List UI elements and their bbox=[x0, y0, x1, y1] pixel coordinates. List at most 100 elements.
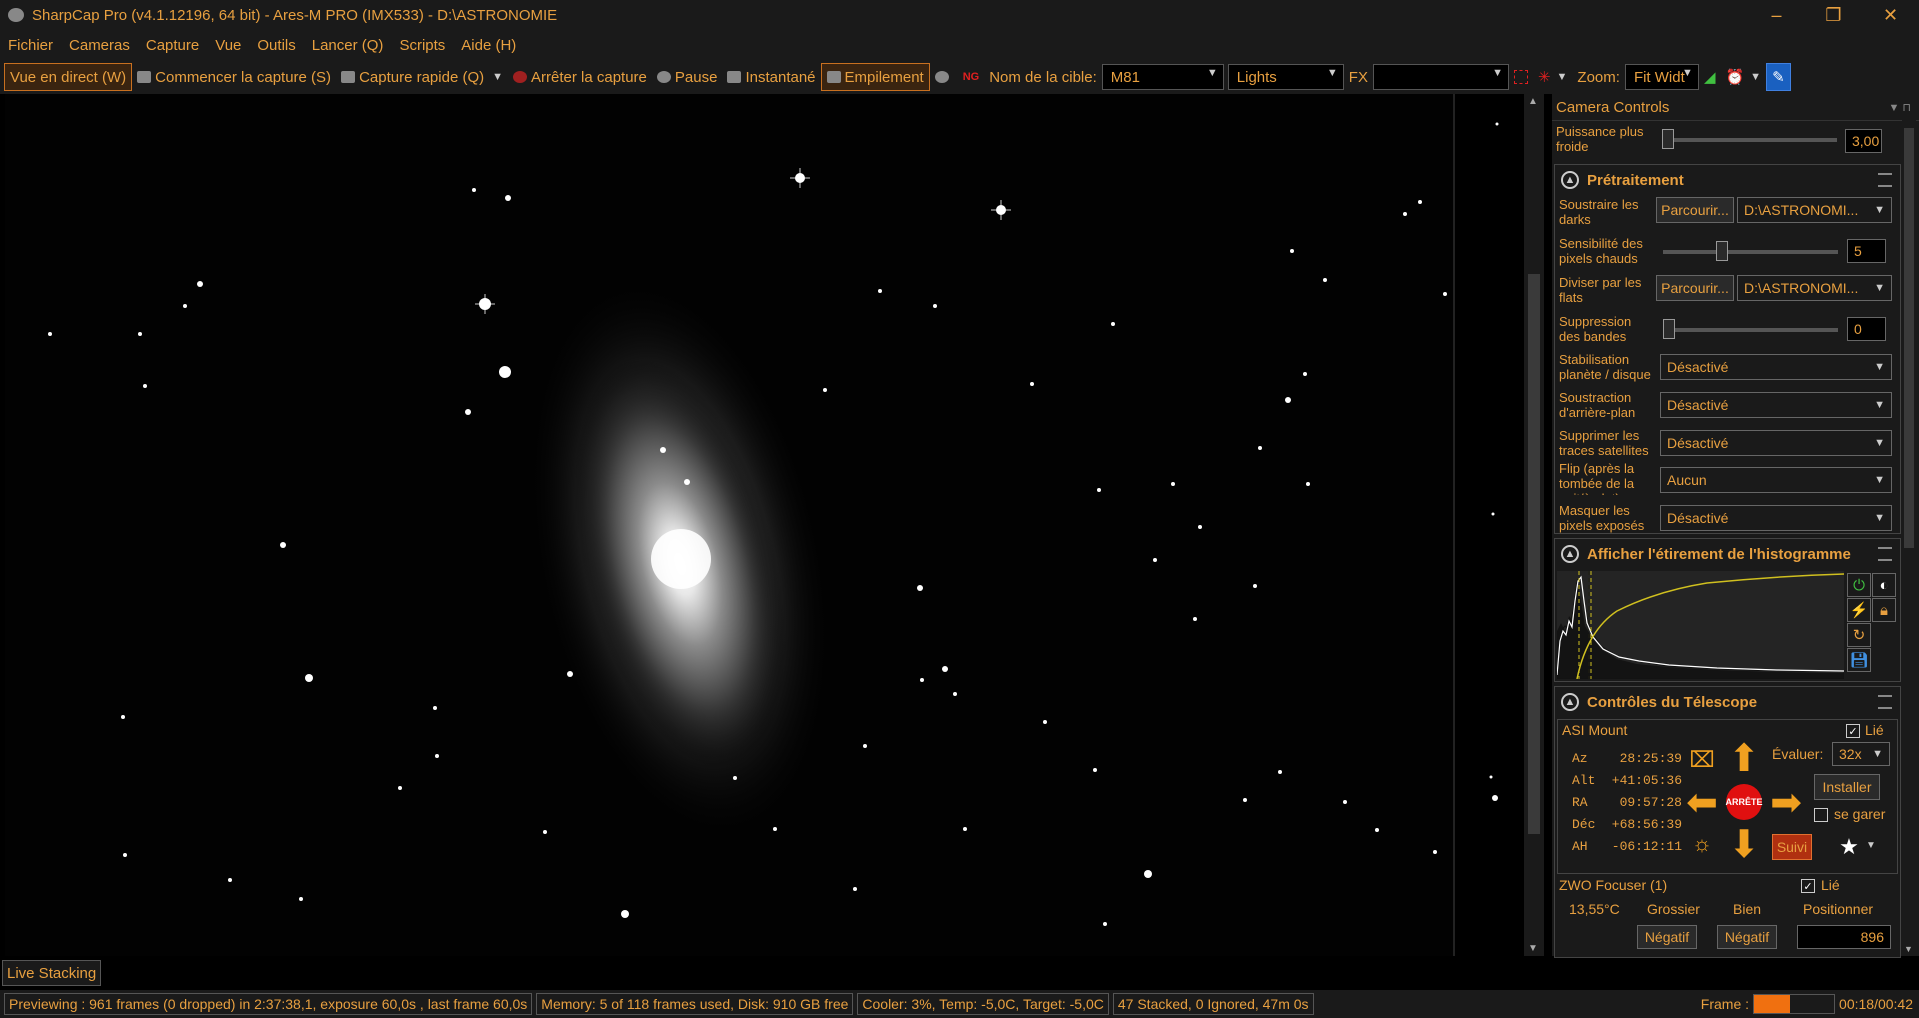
chevron-down-icon[interactable]: ▼ bbox=[1866, 840, 1876, 851]
satellite-select[interactable]: Désactivé ▼ bbox=[1660, 430, 1892, 456]
start-capture-button[interactable]: Commencer la capture (S) bbox=[132, 64, 336, 90]
frame-type-combo[interactable]: Lights ▼ bbox=[1227, 64, 1344, 90]
collapse-icon[interactable]: ▲ bbox=[1561, 545, 1579, 563]
lightning-icon[interactable]: ⚡ bbox=[1847, 598, 1871, 622]
menu-outils[interactable]: Outils bbox=[249, 37, 303, 54]
viewport-scrollbar[interactable]: ▲ ▼ bbox=[1524, 94, 1544, 956]
histogram-plot[interactable] bbox=[1557, 571, 1844, 679]
slider-knob[interactable] bbox=[1716, 241, 1728, 261]
focuser-linked-checkbox[interactable]: ✓ bbox=[1801, 879, 1815, 893]
stabilisation-select[interactable]: Désactivé ▼ bbox=[1660, 354, 1892, 380]
scroll-up-icon[interactable]: ▲ bbox=[1528, 96, 1538, 107]
track-button[interactable]: Suivi bbox=[1772, 834, 1812, 860]
browse-darks-button[interactable]: Parcourir... bbox=[1656, 197, 1734, 223]
move-west-button[interactable]: ⬅ bbox=[1682, 782, 1722, 824]
minimize-button[interactable]: – bbox=[1748, 0, 1805, 30]
panel-scroll-thumb[interactable] bbox=[1904, 128, 1914, 548]
histogram-header[interactable]: ▲ Afficher l'étirement de l'histogramme bbox=[1555, 539, 1900, 569]
alarm-button[interactable]: ⏰ ▼ bbox=[1720, 64, 1766, 90]
flats-path-select[interactable]: D:\ASTRONOMI... ▼ bbox=[1737, 275, 1892, 301]
collapse-icon[interactable]: ▲ bbox=[1561, 693, 1579, 711]
live-stacking-tab[interactable]: Live Stacking bbox=[2, 960, 102, 986]
live-view-button[interactable]: Vue en direct (W) bbox=[4, 63, 133, 91]
section-menu-icon[interactable] bbox=[1878, 173, 1892, 187]
rate-select[interactable]: 32x ▼ bbox=[1832, 742, 1890, 766]
close-button[interactable]: ✕ bbox=[1862, 0, 1919, 30]
telescope-header[interactable]: ▲ Contrôles du Télescope bbox=[1555, 687, 1900, 717]
reset-icon[interactable]: ↻ bbox=[1847, 623, 1871, 647]
zoom-label: Zoom: bbox=[1577, 68, 1620, 86]
panel-scrollbar[interactable]: ▼ bbox=[1902, 120, 1916, 956]
banding-slider[interactable] bbox=[1663, 319, 1838, 339]
power-icon[interactable]: ⏻ bbox=[1847, 573, 1871, 597]
pause-button[interactable]: Pause bbox=[652, 64, 723, 90]
target-name-combo[interactable]: M81 ▼ bbox=[1101, 64, 1224, 90]
menu-fichier[interactable]: Fichier bbox=[0, 37, 61, 54]
menu-aide[interactable]: Aide (H) bbox=[453, 37, 524, 54]
menu-scripts[interactable]: Scripts bbox=[391, 37, 453, 54]
live-view-label: Vue en direct (W) bbox=[10, 68, 127, 86]
banding-value[interactable]: 0 bbox=[1847, 317, 1886, 341]
menu-lancer[interactable]: Lancer (Q) bbox=[304, 37, 392, 54]
mask-select[interactable]: Désactivé ▼ bbox=[1660, 505, 1892, 531]
cooler-power-value[interactable]: 3,00 bbox=[1845, 129, 1882, 153]
star-icon[interactable]: ★ bbox=[1832, 834, 1866, 860]
fx-combo[interactable]: ▼ bbox=[1372, 64, 1509, 90]
focuser-position-input[interactable]: 896 bbox=[1797, 925, 1891, 949]
stacking-button[interactable]: Empilement bbox=[820, 63, 930, 91]
contrast-icon[interactable]: ◐ bbox=[1872, 573, 1896, 597]
flip-select[interactable]: Aucun ▼ bbox=[1660, 467, 1892, 493]
section-menu-icon[interactable] bbox=[1878, 695, 1892, 709]
ra-value: 09:57:28 bbox=[1619, 795, 1682, 810]
save-icon[interactable]: 💾︎ bbox=[1847, 648, 1871, 672]
select-area-button[interactable] bbox=[1509, 64, 1533, 90]
mount-linked-checkbox[interactable]: ✓ bbox=[1846, 724, 1860, 738]
panel-options-icon[interactable]: ▼ ⊓ bbox=[1888, 101, 1911, 114]
menu-capture[interactable]: Capture bbox=[138, 37, 207, 54]
slider-knob[interactable] bbox=[1663, 319, 1675, 339]
install-button[interactable]: Installer bbox=[1814, 774, 1880, 800]
target-label: Nom de la cible: bbox=[989, 68, 1097, 86]
goto-home-button[interactable]: ⌧ bbox=[1682, 740, 1722, 780]
scroll-down-icon[interactable]: ▼ bbox=[1904, 944, 1913, 954]
dark-frame-button[interactable] bbox=[930, 64, 958, 90]
stop-mount-button[interactable]: ARRÊTE bbox=[1724, 782, 1764, 822]
image-viewport[interactable] bbox=[5, 94, 1453, 956]
stop-capture-button[interactable]: Arrêter la capture bbox=[508, 64, 652, 90]
hot-pixels-slider[interactable] bbox=[1663, 241, 1838, 261]
moon-icon bbox=[934, 71, 949, 83]
pretraitement-header[interactable]: ▲ Prétraitement bbox=[1555, 165, 1900, 195]
darks-path-select[interactable]: D:\ASTRONOMI... ▼ bbox=[1737, 197, 1892, 223]
collapse-icon[interactable]: ▲ bbox=[1561, 171, 1579, 189]
maximize-button[interactable]: ❐ bbox=[1805, 0, 1862, 30]
move-south-button[interactable]: ⬇ bbox=[1724, 824, 1764, 866]
menu-vue[interactable]: Vue bbox=[207, 37, 249, 54]
browse-flats-button[interactable]: Parcourir... bbox=[1656, 275, 1734, 301]
scroll-down-icon[interactable]: ▼ bbox=[1528, 943, 1538, 954]
quick-capture-button[interactable]: Capture rapide (Q) ▼ bbox=[336, 64, 508, 90]
frame-progress-bar bbox=[1753, 994, 1836, 1014]
histogram-toggle-button[interactable]: ◢ bbox=[1699, 64, 1721, 90]
reticle-button[interactable]: ✳ ▼ bbox=[1533, 64, 1572, 90]
scroll-thumb[interactable] bbox=[1528, 274, 1540, 834]
menu-cameras[interactable]: Cameras bbox=[61, 37, 138, 54]
frame-progress-fill bbox=[1754, 995, 1791, 1013]
lock-icon[interactable]: 🔒︎ bbox=[1872, 598, 1896, 622]
sun-button[interactable]: ☼ bbox=[1682, 824, 1722, 864]
coarse-negative-button[interactable]: Négatif bbox=[1637, 925, 1697, 949]
slider-knob[interactable] bbox=[1662, 129, 1674, 149]
section-menu-icon[interactable] bbox=[1878, 547, 1892, 561]
park-checkbox[interactable] bbox=[1814, 808, 1828, 822]
snapshot-button[interactable]: Instantané bbox=[722, 64, 820, 90]
zoom-combo[interactable]: Fit Widt ▼ bbox=[1624, 64, 1699, 90]
chevron-down-icon[interactable]: ▼ bbox=[492, 71, 503, 83]
move-north-button[interactable]: ⬆ bbox=[1724, 738, 1764, 780]
pin-panel-button[interactable]: ✎ bbox=[1766, 63, 1791, 91]
fine-negative-button[interactable]: Négatif bbox=[1717, 925, 1777, 949]
hot-pixels-value[interactable]: 5 bbox=[1847, 239, 1886, 263]
no-guide-button[interactable]: NG bbox=[958, 64, 985, 90]
background-select[interactable]: Désactivé ▼ bbox=[1660, 392, 1892, 418]
cooler-power-slider[interactable] bbox=[1662, 129, 1837, 149]
move-east-button[interactable]: ➡ bbox=[1766, 782, 1806, 824]
status-memory: Memory: 5 of 118 frames used, Disk: 910 … bbox=[536, 993, 854, 1015]
